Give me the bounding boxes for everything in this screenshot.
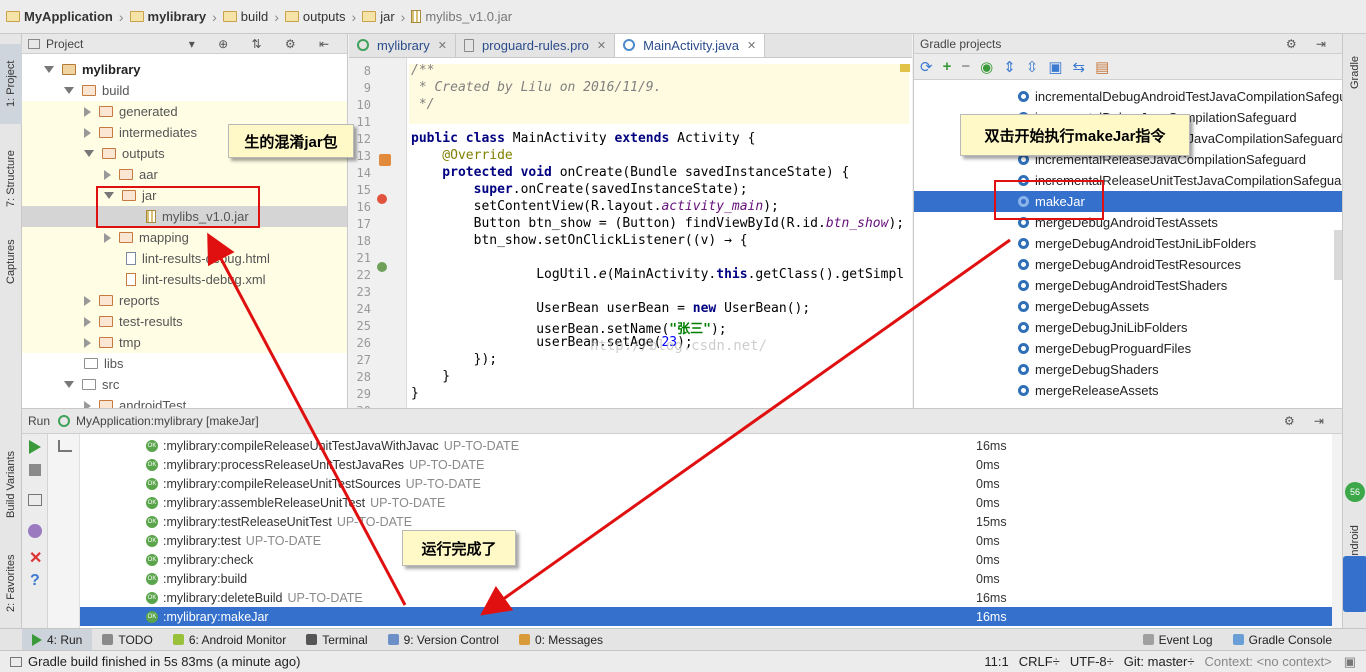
callout-jar: 生的混淆jar包	[228, 124, 354, 158]
callout-done: 运行完成了	[402, 530, 516, 566]
arrow-to-jar	[207, 232, 407, 606]
arrow-to-makejar-row	[480, 238, 1011, 616]
annotation-arrows	[207, 232, 1011, 616]
callout-makejar: 双击开始执行makeJar指令	[960, 114, 1190, 156]
